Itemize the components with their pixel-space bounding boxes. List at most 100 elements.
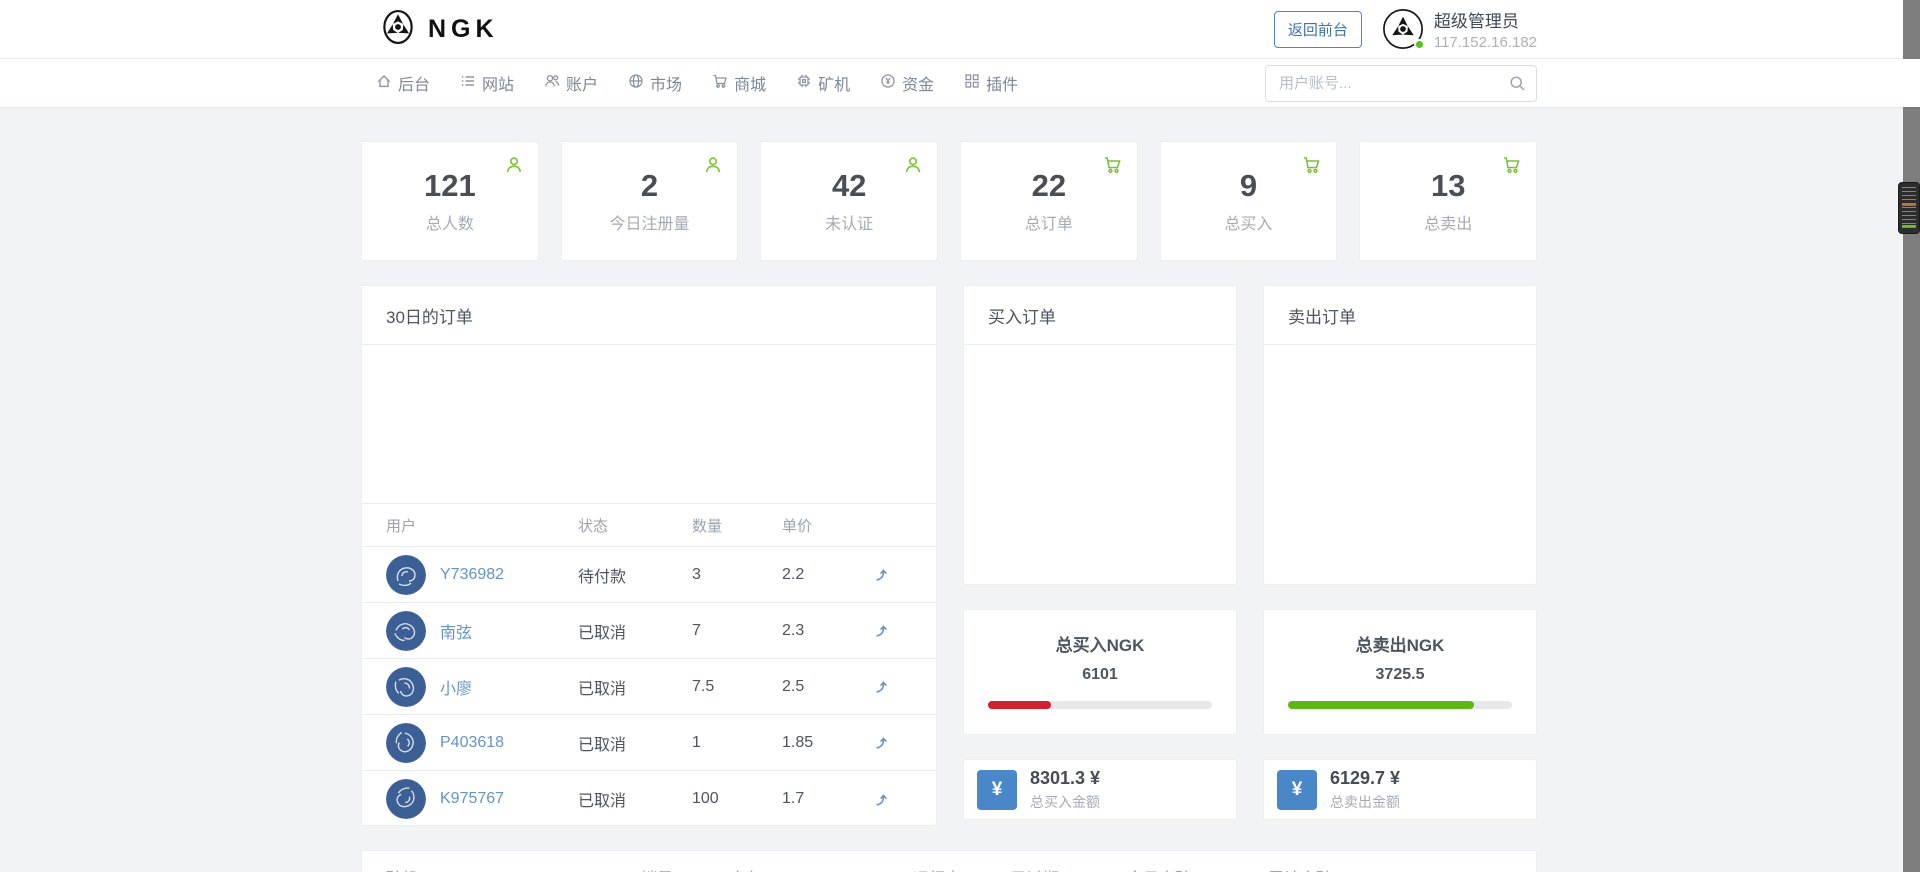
logo-text: NGK: [428, 15, 499, 44]
main-nav: 后台 网站 账户 市场 商城 矿机: [0, 59, 1920, 107]
list-icon: [460, 73, 476, 94]
order-price: 1.85: [782, 734, 872, 752]
order-status: 已取消: [578, 675, 692, 699]
scrollbar-green-marker: [1902, 225, 1916, 227]
user-link[interactable]: Y736982: [440, 566, 504, 584]
user-search: [1265, 65, 1537, 102]
cart-icon: [1302, 155, 1322, 180]
user-link[interactable]: K975767: [440, 790, 504, 808]
table-row: 小廖 已取消 7.5 2.5: [362, 659, 936, 715]
cart-icon: [712, 73, 728, 94]
nav-item-plugins[interactable]: 插件: [964, 71, 1018, 95]
buy-progress-track: [988, 701, 1212, 709]
order-quantity: 1: [692, 734, 782, 752]
user-link[interactable]: P403618: [440, 734, 504, 752]
sell-progress-fill: [1288, 701, 1474, 709]
buy-amount-label: 总买入金额: [1030, 792, 1100, 812]
order-price: 2.2: [782, 566, 872, 584]
user-icon: [703, 155, 723, 180]
buy-progress-fill: [988, 701, 1051, 709]
order-status: 已取消: [578, 787, 692, 811]
total-buy-ngk-card: 总买入NGK 6101: [963, 609, 1237, 735]
yuan-icon: ¥: [977, 770, 1017, 810]
stat-label: 今日注册量: [562, 210, 738, 234]
sell-amount-label: 总卖出金额: [1330, 792, 1400, 812]
admin-name: 超级管理员: [1434, 7, 1537, 32]
nav-item-funds[interactable]: 资金: [880, 71, 934, 95]
miner-table-panel: 矿机 销量 库存 运行中 已过期 今日产矿 累计产矿: [361, 850, 1537, 872]
buy-orders-title: 买入订单: [964, 286, 1236, 345]
stat-card-total-orders: 22 总订单: [960, 141, 1138, 261]
stat-label: 未认证: [761, 210, 937, 234]
sell-orders-title: 卖出订单: [1264, 286, 1536, 345]
sell-orders-panel: 卖出订单: [1263, 285, 1537, 585]
stat-label: 总买入: [1161, 210, 1337, 234]
admin-menu[interactable]: 超级管理员 117.152.16.182: [1382, 7, 1537, 51]
stat-label: 总人数: [362, 210, 538, 234]
order-detail-arrow-icon[interactable]: [872, 622, 889, 639]
stat-card-total-sells: 13 总卖出: [1359, 141, 1537, 261]
sell-amount-card: ¥ 6129.7 ¥ 总卖出金额: [1263, 759, 1537, 820]
search-input[interactable]: [1265, 65, 1537, 102]
buy-amount-card: ¥ 8301.3 ¥ 总买入金额: [963, 759, 1237, 820]
cart-icon: [1103, 155, 1123, 180]
order-quantity: 7.5: [692, 678, 782, 696]
nav-item-miners[interactable]: 矿机: [796, 71, 850, 95]
admin-ip: 117.152.16.182: [1434, 34, 1537, 51]
scrollbar-thumb[interactable]: [1898, 182, 1920, 234]
order-price: 1.7: [782, 790, 872, 808]
order-status: 已取消: [578, 619, 692, 643]
online-status-dot: [1414, 39, 1425, 50]
miner-table-header: 矿机 销量 库存 运行中 已过期 今日产矿 累计产矿: [386, 865, 1512, 872]
order-quantity: 100: [692, 790, 782, 808]
coin-icon: [880, 73, 896, 94]
total-buy-title: 总买入NGK: [964, 631, 1236, 656]
order-quantity: 7: [692, 622, 782, 640]
nav-item-accounts[interactable]: 账户: [544, 71, 598, 95]
stat-card-total-users: 121 总人数: [361, 141, 539, 261]
scrollbar-track[interactable]: [1903, 0, 1920, 872]
table-row: Y736982 待付款 3 2.2: [362, 547, 936, 603]
table-row: 南弦 已取消 7 2.3: [362, 603, 936, 659]
scrollbar-minimap-stripes: [1902, 187, 1916, 229]
ngk-emblem-icon: [378, 5, 418, 54]
buy-orders-panel: 买入订单: [963, 285, 1237, 585]
order-price: 2.5: [782, 678, 872, 696]
ngk-logo[interactable]: NGK: [378, 5, 499, 54]
table-row: P403618 已取消 1 1.85: [362, 715, 936, 771]
avatar: [386, 779, 426, 819]
order-detail-arrow-icon[interactable]: [872, 734, 889, 751]
total-sell-title: 总卖出NGK: [1264, 631, 1536, 656]
orders-30d-panel: 30日的订单 用户 状态 数量 单价 Y736982 待付款 3 2.2: [361, 285, 937, 826]
user-link[interactable]: 小廖: [440, 675, 472, 699]
stat-label: 总订单: [961, 210, 1137, 234]
stat-label: 总卖出: [1360, 210, 1536, 234]
stats-row: 121 总人数 2 今日注册量 42 未认证 22 总订单 9 总买入 13 总…: [361, 141, 1537, 261]
user-link[interactable]: 南弦: [440, 619, 472, 643]
sell-progress-track: [1288, 701, 1512, 709]
users-icon: [544, 73, 560, 94]
order-status: 待付款: [578, 563, 692, 587]
search-icon[interactable]: [1509, 75, 1526, 97]
nav-item-market[interactable]: 市场: [628, 71, 682, 95]
order-detail-arrow-icon[interactable]: [872, 678, 889, 695]
order-quantity: 3: [692, 566, 782, 584]
order-status: 已取消: [578, 731, 692, 755]
avatar: [386, 611, 426, 651]
total-buy-value: 6101: [964, 666, 1236, 684]
buy-amount-value: 8301.3 ¥: [1030, 768, 1100, 789]
nav-item-backstage[interactable]: 后台: [376, 71, 430, 95]
avatar: [386, 555, 426, 595]
nav-item-mall[interactable]: 商城: [712, 71, 766, 95]
home-icon: [376, 73, 392, 94]
yuan-icon: ¥: [1277, 770, 1317, 810]
dashboard-content: 121 总人数 2 今日注册量 42 未认证 22 总订单 9 总买入 13 总…: [361, 107, 1537, 872]
chip-icon: [796, 73, 812, 94]
order-detail-arrow-icon[interactable]: [872, 566, 889, 583]
order-detail-arrow-icon[interactable]: [872, 791, 889, 808]
nav-item-website[interactable]: 网站: [460, 71, 514, 95]
orders-chart-area: [362, 345, 936, 503]
avatar: [386, 667, 426, 707]
cart-icon: [1502, 155, 1522, 180]
back-to-front-button[interactable]: 返回前台: [1274, 11, 1362, 48]
